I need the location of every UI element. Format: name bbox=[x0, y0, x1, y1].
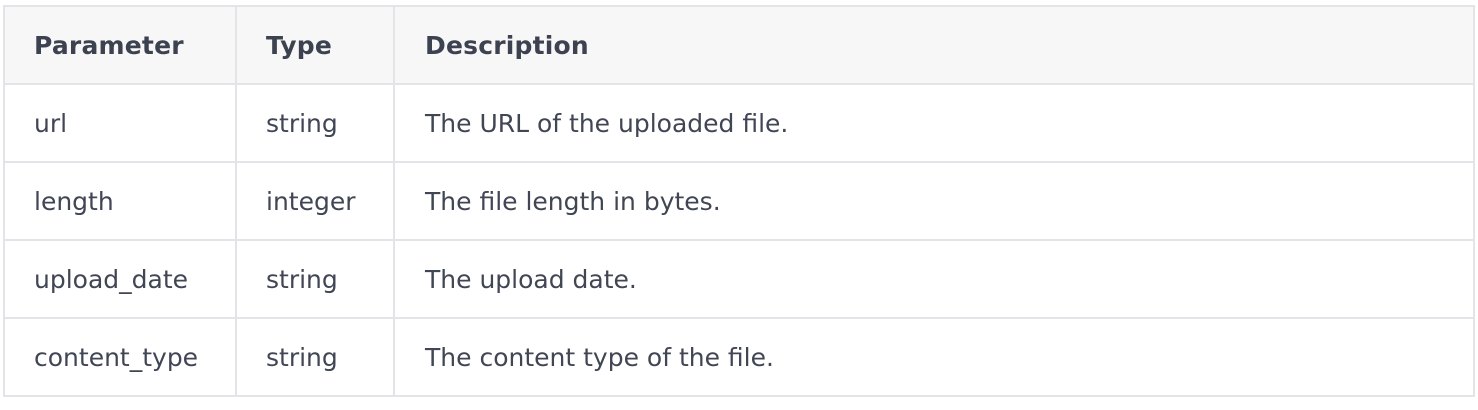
header-description: Description bbox=[393, 5, 1475, 85]
table-header-row: Parameter Type Description bbox=[3, 5, 1475, 85]
table-body: url string The URL of the uploaded file.… bbox=[3, 83, 1475, 397]
table-header: Parameter Type Description bbox=[3, 5, 1475, 85]
cell-description: The URL of the uploaded file. bbox=[393, 83, 1475, 163]
cell-parameter: content_type bbox=[3, 317, 237, 397]
cell-description: The file length in bytes. bbox=[393, 161, 1475, 241]
table-row: url string The URL of the uploaded file. bbox=[3, 83, 1475, 163]
table-row: upload_date string The upload date. bbox=[3, 239, 1475, 319]
table-row: length integer The file length in bytes. bbox=[3, 161, 1475, 241]
cell-parameter: length bbox=[3, 161, 237, 241]
cell-type: string bbox=[235, 317, 395, 397]
cell-type: integer bbox=[235, 161, 395, 241]
cell-parameter: upload_date bbox=[3, 239, 237, 319]
header-parameter: Parameter bbox=[3, 5, 237, 85]
cell-type: string bbox=[235, 83, 395, 163]
parameters-table: Parameter Type Description url string Th… bbox=[3, 5, 1475, 397]
cell-description: The content type of the file. bbox=[393, 317, 1475, 397]
header-type: Type bbox=[235, 5, 395, 85]
table-row: content_type string The content type of … bbox=[3, 317, 1475, 397]
cell-parameter: url bbox=[3, 83, 237, 163]
cell-description: The upload date. bbox=[393, 239, 1475, 319]
cell-type: string bbox=[235, 239, 395, 319]
